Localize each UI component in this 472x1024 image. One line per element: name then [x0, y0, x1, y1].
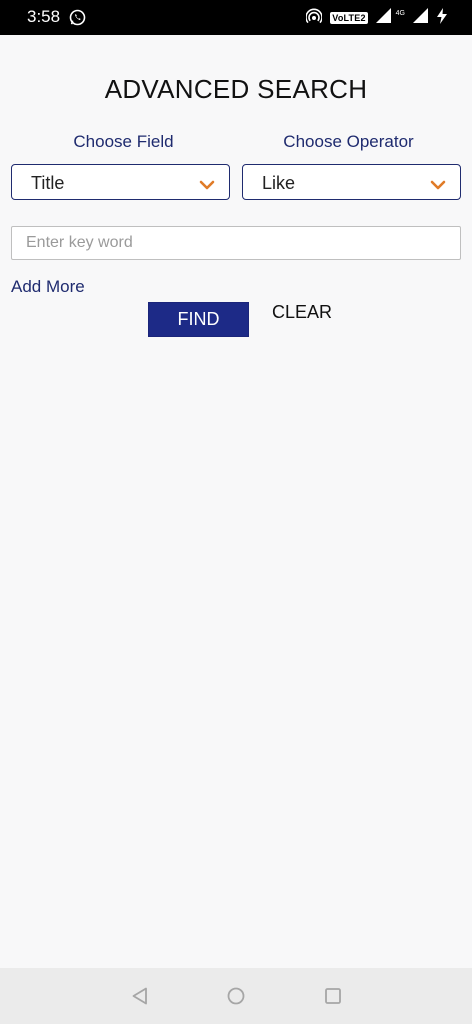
home-icon[interactable] — [226, 986, 246, 1011]
operator-select[interactable]: Like — [242, 164, 461, 200]
chevron-down-icon — [430, 177, 446, 195]
page-title: ADVANCED SEARCH — [104, 74, 368, 104]
choose-field-label: Choose Field — [73, 132, 174, 151]
keyword-input[interactable] — [11, 226, 461, 260]
status-icons: VoLTE2 4G — [305, 7, 448, 29]
clear-button[interactable]: CLEAR — [272, 302, 332, 323]
back-icon[interactable] — [130, 986, 150, 1011]
navigation-bar — [0, 968, 472, 1024]
charging-icon — [436, 7, 448, 29]
volte-badge: VoLTE2 — [330, 12, 368, 24]
signal-icon-2 — [413, 8, 428, 28]
find-button-label: FIND — [177, 309, 220, 329]
chevron-down-icon — [199, 177, 215, 195]
recents-icon[interactable] — [323, 986, 343, 1011]
choose-operator-label: Choose Operator — [283, 132, 414, 151]
operator-select-value: Like — [262, 173, 296, 193]
status-bar: 3:58 VoLTE2 4G — [0, 0, 472, 35]
find-button[interactable]: FIND — [148, 302, 249, 337]
whatsapp-icon — [69, 9, 86, 31]
field-select[interactable]: Title — [11, 164, 230, 200]
add-more-link[interactable]: Add More — [11, 277, 85, 297]
signal-icon — [375, 8, 391, 28]
network-type: 4G — [395, 9, 405, 17]
hotspot-icon — [305, 8, 324, 29]
field-select-value: Title — [31, 173, 65, 193]
status-time: 3:58 — [27, 7, 61, 26]
